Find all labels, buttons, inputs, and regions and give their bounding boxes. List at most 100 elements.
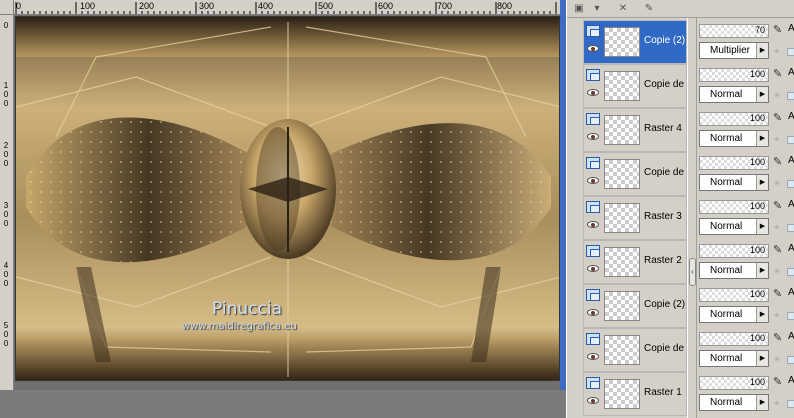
dropdown-arrow-icon[interactable]: ▶ — [756, 395, 768, 410]
dropdown-arrow-icon[interactable]: ▶ — [756, 351, 768, 366]
alpha-lock-icon[interactable]: A — [788, 375, 794, 386]
link-icon[interactable]: ⚭ — [773, 178, 781, 189]
opacity-slider[interactable]: 100 — [699, 200, 769, 214]
raster-layer-icon[interactable] — [586, 25, 600, 37]
link-icon[interactable]: ⚭ — [773, 134, 781, 145]
lock-icon[interactable] — [787, 48, 794, 56]
layer-name[interactable]: Copie de F — [644, 167, 688, 178]
layer-row[interactable]: Copie (2) : — [583, 284, 688, 328]
layer-row[interactable]: Copie de F — [583, 328, 688, 372]
brush-icon[interactable]: ✎ — [773, 67, 782, 80]
lock-icon[interactable] — [787, 312, 794, 320]
lock-icon[interactable] — [787, 180, 794, 188]
layer-row[interactable]: Copie de F — [583, 152, 688, 196]
layer-thumbnail[interactable] — [604, 291, 640, 321]
blend-mode-select[interactable]: Multiplier ▶ — [699, 42, 769, 59]
lock-icon[interactable] — [787, 224, 794, 232]
layer-name[interactable]: Raster 3 — [644, 211, 688, 222]
opacity-slider[interactable]: 70 — [699, 24, 769, 38]
layer-properties-icon[interactable]: ✎ — [641, 2, 657, 15]
lock-icon[interactable] — [787, 136, 794, 144]
layer-row[interactable]: Raster 2 — [583, 240, 687, 284]
brush-icon[interactable]: ✎ — [773, 287, 782, 300]
visibility-eye-icon[interactable] — [587, 221, 599, 228]
dropdown-arrow-icon[interactable]: ▾ — [589, 2, 605, 15]
layer-thumbnail[interactable] — [604, 115, 640, 145]
blend-mode-select[interactable]: Normal ▶ — [699, 86, 769, 103]
opacity-slider[interactable]: 100 — [699, 156, 769, 170]
visibility-eye-icon[interactable] — [587, 265, 599, 272]
visibility-eye-icon[interactable] — [587, 89, 599, 96]
alpha-lock-icon[interactable]: A — [788, 155, 794, 166]
collapse-arrow-icon[interactable]: ‹ — [689, 258, 696, 286]
raster-layer-icon[interactable] — [586, 113, 600, 125]
dropdown-arrow-icon[interactable]: ▶ — [756, 175, 768, 190]
brush-icon[interactable]: ✎ — [773, 23, 782, 36]
raster-layer-icon[interactable] — [586, 245, 600, 257]
layer-name[interactable]: Copie (2) : — [644, 299, 688, 310]
brush-icon[interactable]: ✎ — [773, 375, 782, 388]
visibility-eye-icon[interactable] — [587, 309, 599, 316]
link-icon[interactable]: ⚭ — [773, 266, 781, 277]
blend-mode-select[interactable]: Normal ▶ — [699, 350, 769, 367]
delete-layer-icon[interactable]: ✕ — [615, 2, 631, 15]
lock-icon[interactable] — [787, 400, 794, 408]
opacity-slider[interactable]: 100 — [699, 332, 769, 346]
brush-icon[interactable]: ✎ — [773, 111, 782, 124]
layer-thumbnail[interactable] — [604, 71, 640, 101]
brush-icon[interactable]: ✎ — [773, 155, 782, 168]
dropdown-arrow-icon[interactable]: ▶ — [756, 43, 768, 58]
palette-splitter[interactable]: ‹ — [687, 18, 697, 418]
layer-thumbnail[interactable] — [604, 159, 640, 189]
layer-name[interactable]: Raster 1 — [644, 387, 688, 398]
alpha-lock-icon[interactable]: A — [788, 287, 794, 298]
layer-row[interactable]: Copie de F — [583, 64, 688, 108]
canvas-image[interactable]: Pinuccia www.maidiregrafica.eu — [15, 16, 560, 381]
layer-thumbnail[interactable] — [604, 379, 640, 409]
dropdown-arrow-icon[interactable]: ▶ — [756, 87, 768, 102]
layer-thumbnail[interactable] — [604, 247, 640, 277]
layer-thumbnail[interactable] — [604, 27, 640, 57]
layer-thumbnail[interactable] — [604, 203, 640, 233]
visibility-eye-icon[interactable] — [587, 177, 599, 184]
layer-name[interactable]: Copie de F — [644, 343, 688, 354]
alpha-lock-icon[interactable]: A — [788, 199, 794, 210]
blend-mode-select[interactable]: Normal ▶ — [699, 306, 769, 323]
lock-icon[interactable] — [787, 356, 794, 364]
dropdown-arrow-icon[interactable]: ▶ — [756, 219, 768, 234]
blend-mode-select[interactable]: Normal ▶ — [699, 218, 769, 235]
layer-name[interactable]: Raster 2 — [644, 255, 688, 266]
raster-layer-icon[interactable] — [586, 289, 600, 301]
layer-name[interactable]: Raster 4 — [644, 123, 688, 134]
dropdown-arrow-icon[interactable]: ▶ — [756, 307, 768, 322]
link-icon[interactable]: ⚭ — [773, 90, 781, 101]
layer-row[interactable]: Raster 4 — [583, 108, 687, 152]
visibility-eye-icon[interactable] — [587, 397, 599, 404]
link-icon[interactable]: ⚭ — [773, 222, 781, 233]
link-icon[interactable]: ⚭ — [773, 354, 781, 365]
visibility-eye-icon[interactable] — [587, 133, 599, 140]
layer-row[interactable]: Raster 1 — [583, 372, 687, 416]
layer-name[interactable]: Copie (2) s — [644, 35, 688, 46]
lock-icon[interactable] — [787, 92, 794, 100]
alpha-lock-icon[interactable]: A — [788, 243, 794, 254]
visibility-eye-icon[interactable] — [587, 45, 599, 52]
blend-mode-select[interactable]: Normal ▶ — [699, 174, 769, 191]
lock-icon[interactable] — [787, 268, 794, 276]
blend-mode-select[interactable]: Normal ▶ — [699, 394, 769, 411]
raster-layer-icon[interactable] — [586, 333, 600, 345]
new-layer-icon[interactable]: ▣ — [571, 2, 587, 15]
alpha-lock-icon[interactable]: A — [788, 331, 794, 342]
layer-thumbnail[interactable] — [604, 335, 640, 365]
opacity-slider[interactable]: 100 — [699, 376, 769, 390]
raster-layer-icon[interactable] — [586, 377, 600, 389]
dropdown-arrow-icon[interactable]: ▶ — [756, 131, 768, 146]
brush-icon[interactable]: ✎ — [773, 243, 782, 256]
brush-icon[interactable]: ✎ — [773, 199, 782, 212]
brush-icon[interactable]: ✎ — [773, 331, 782, 344]
link-icon[interactable]: ⚭ — [773, 46, 781, 57]
blend-mode-select[interactable]: Normal ▶ — [699, 262, 769, 279]
opacity-slider[interactable]: 100 — [699, 112, 769, 126]
opacity-slider[interactable]: 100 — [699, 68, 769, 82]
layer-row[interactable]: Copie (2) s — [583, 20, 688, 64]
